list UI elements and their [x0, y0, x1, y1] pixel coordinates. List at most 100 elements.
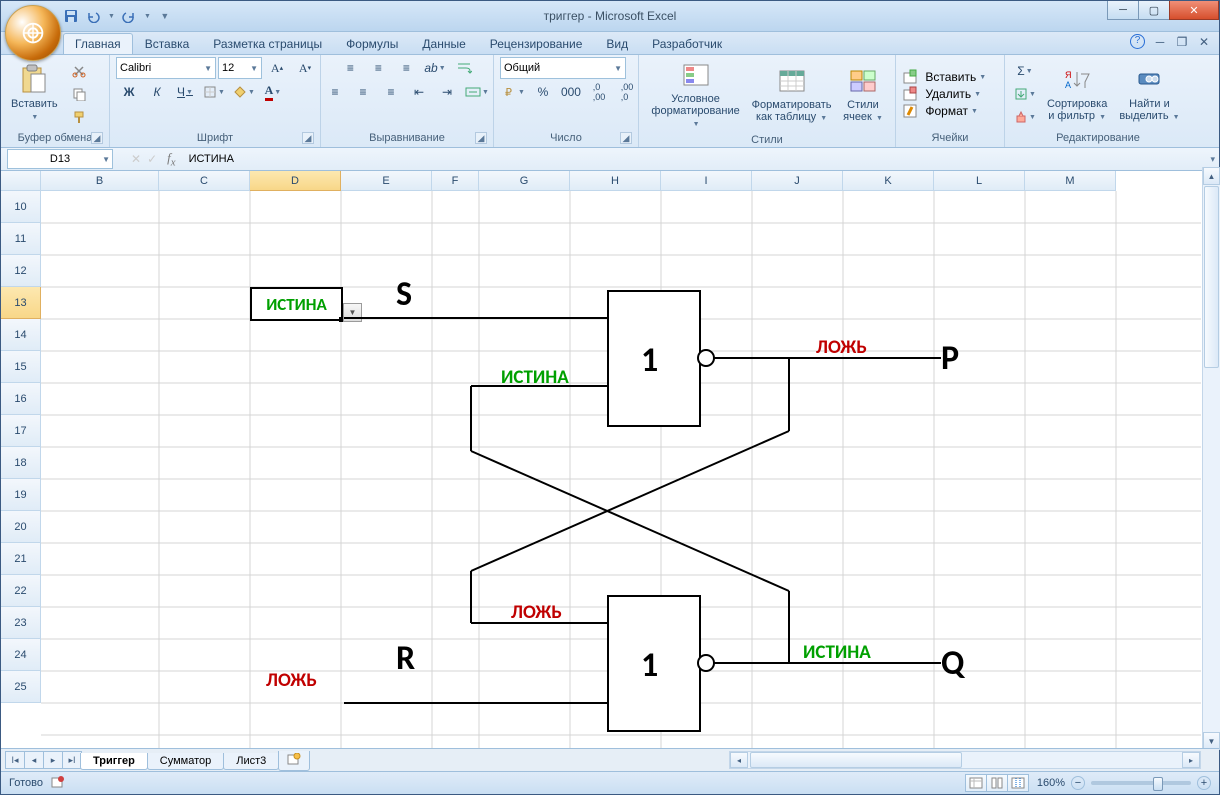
- bold-button[interactable]: Ж: [116, 81, 142, 103]
- row-header-13[interactable]: 13: [1, 287, 41, 319]
- fill-icon[interactable]: ▼: [1011, 83, 1039, 105]
- zoom-level[interactable]: 160%: [1037, 777, 1065, 789]
- col-header-G[interactable]: G: [479, 171, 570, 191]
- row-header-18[interactable]: 18: [1, 447, 41, 479]
- align-center-icon[interactable]: ≡: [350, 81, 376, 103]
- cell-styles-button[interactable]: Стилиячеек ▼: [837, 63, 889, 127]
- vertical-scrollbar[interactable]: ▲ ▼: [1202, 167, 1220, 750]
- align-dialog-icon[interactable]: ◢: [475, 132, 487, 144]
- insert-cells-button[interactable]: Вставить ▼: [902, 69, 998, 85]
- copy-icon[interactable]: [66, 83, 92, 105]
- formula-input[interactable]: ИСТИНА: [186, 153, 1211, 165]
- minimize-button[interactable]: ─: [1107, 1, 1139, 20]
- row-header-25[interactable]: 25: [1, 671, 41, 703]
- tab-review[interactable]: Рецензирование: [478, 33, 595, 54]
- italic-button[interactable]: К: [144, 81, 170, 103]
- col-header-E[interactable]: E: [341, 171, 432, 191]
- row-header-11[interactable]: 11: [1, 223, 41, 255]
- sheet-nav-prev[interactable]: ◂: [24, 751, 44, 769]
- sheet-tab-1[interactable]: Триггер: [80, 753, 148, 770]
- maximize-button[interactable]: ▢: [1138, 1, 1170, 20]
- indent-inc-icon[interactable]: ⇥: [434, 81, 460, 103]
- conditional-format-button[interactable]: Условноеформатирование ▼: [645, 57, 746, 133]
- comma-icon[interactable]: 000: [558, 81, 584, 103]
- sheet-nav-last[interactable]: ▸I: [62, 751, 82, 769]
- merge-icon[interactable]: ▼: [462, 81, 492, 103]
- col-header-M[interactable]: M: [1025, 171, 1116, 191]
- font-size-select[interactable]: 12▼: [218, 57, 262, 79]
- tab-data[interactable]: Данные: [410, 33, 477, 54]
- orientation-icon[interactable]: ab▼: [421, 57, 448, 79]
- format-painter-icon[interactable]: [66, 106, 92, 128]
- macro-record-icon[interactable]: [51, 775, 65, 792]
- tab-developer[interactable]: Разработчик: [640, 33, 734, 54]
- tab-view[interactable]: Вид: [594, 33, 640, 54]
- row-header-15[interactable]: 15: [1, 351, 41, 383]
- select-all-corner[interactable]: [1, 171, 41, 191]
- align-right-icon[interactable]: ≡: [378, 81, 404, 103]
- row-header-20[interactable]: 20: [1, 511, 41, 543]
- autosum-icon[interactable]: Σ ▼: [1011, 60, 1039, 82]
- row-header-16[interactable]: 16: [1, 383, 41, 415]
- find-select-button[interactable]: Найти ивыделить ▼: [1115, 62, 1183, 126]
- sheet-nav-first[interactable]: I◂: [5, 751, 25, 769]
- align-left-icon[interactable]: ≡: [322, 81, 348, 103]
- align-top-icon[interactable]: ≡: [337, 57, 363, 79]
- tab-home[interactable]: Главная: [63, 33, 133, 54]
- zoom-in-icon[interactable]: +: [1197, 776, 1211, 790]
- align-bottom-icon[interactable]: ≡: [393, 57, 419, 79]
- dec-decimal-icon[interactable]: ,00,0: [614, 81, 640, 103]
- name-box[interactable]: D13▼: [7, 149, 113, 169]
- col-header-F[interactable]: F: [432, 171, 479, 191]
- doc-restore-icon[interactable]: ❐: [1175, 35, 1189, 49]
- font-dialog-icon[interactable]: ◢: [302, 132, 314, 144]
- cut-icon[interactable]: [66, 60, 92, 82]
- save-icon[interactable]: [63, 8, 79, 24]
- zoom-out-icon[interactable]: −: [1071, 776, 1085, 790]
- view-pagebreak-icon[interactable]: [1007, 774, 1029, 792]
- row-header-23[interactable]: 23: [1, 607, 41, 639]
- sort-filter-button[interactable]: ЯА Сортировкаи фильтр ▼: [1043, 62, 1111, 126]
- sheet-nav-next[interactable]: ▸: [43, 751, 63, 769]
- row-header-14[interactable]: 14: [1, 319, 41, 351]
- indent-dec-icon[interactable]: ⇤: [406, 81, 432, 103]
- fx-icon[interactable]: fx: [167, 150, 175, 169]
- fill-color-icon[interactable]: ▼: [230, 81, 258, 103]
- wrap-text-icon[interactable]: [451, 57, 477, 79]
- col-header-B[interactable]: B: [41, 171, 159, 191]
- row-header-21[interactable]: 21: [1, 543, 41, 575]
- row-header-10[interactable]: 10: [1, 191, 41, 223]
- format-cells-button[interactable]: Формат ▼: [902, 103, 998, 119]
- col-header-H[interactable]: H: [570, 171, 661, 191]
- col-header-C[interactable]: C: [159, 171, 250, 191]
- format-as-table-button[interactable]: Форматироватькак таблицу ▼: [750, 63, 833, 127]
- clear-icon[interactable]: ▼: [1011, 106, 1039, 128]
- zoom-slider[interactable]: [1091, 781, 1191, 785]
- font-color-icon[interactable]: A▼: [260, 81, 286, 103]
- number-format-select[interactable]: Общий▼: [500, 57, 626, 79]
- shrink-font-icon[interactable]: A▾: [292, 57, 318, 79]
- font-name-select[interactable]: Calibri▼: [116, 57, 216, 79]
- col-header-L[interactable]: L: [934, 171, 1025, 191]
- tab-formulas[interactable]: Формулы: [334, 33, 410, 54]
- row-header-24[interactable]: 24: [1, 639, 41, 671]
- sheet-tab-3[interactable]: Лист3: [223, 753, 279, 770]
- redo-icon[interactable]: [121, 8, 137, 24]
- expand-formula-bar-icon[interactable]: ▾: [1210, 154, 1215, 165]
- sheet-tab-2[interactable]: Сумматор: [147, 753, 224, 770]
- help-icon[interactable]: ?: [1130, 34, 1145, 49]
- row-header-19[interactable]: 19: [1, 479, 41, 511]
- grow-font-icon[interactable]: A▴: [264, 57, 290, 79]
- col-header-K[interactable]: K: [843, 171, 934, 191]
- tab-insert[interactable]: Вставка: [133, 33, 202, 54]
- view-layout-icon[interactable]: [986, 774, 1008, 792]
- horizontal-scrollbar[interactable]: ◂ ▸: [729, 751, 1201, 769]
- tab-layout[interactable]: Разметка страницы: [201, 33, 334, 54]
- col-header-I[interactable]: I: [661, 171, 752, 191]
- percent-icon[interactable]: %: [530, 81, 556, 103]
- inc-decimal-icon[interactable]: ,0,00: [586, 81, 612, 103]
- worksheet-grid[interactable]: BCDEFGHIJKLM 101112131415161718192021222…: [1, 171, 1219, 748]
- doc-close-icon[interactable]: ✕: [1197, 35, 1211, 49]
- delete-cells-button[interactable]: Удалить ▼: [902, 86, 998, 102]
- paste-button[interactable]: Вставить▼: [7, 62, 62, 126]
